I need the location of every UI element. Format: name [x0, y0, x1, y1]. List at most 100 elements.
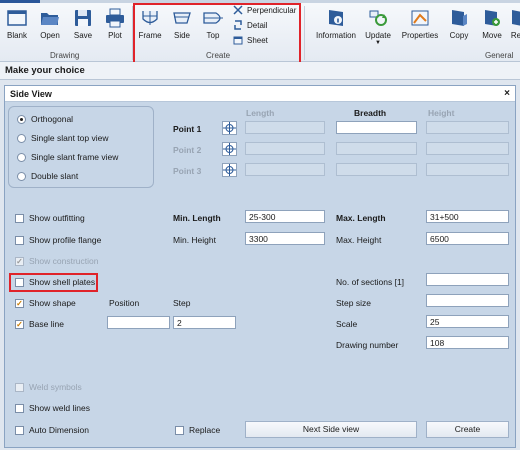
point-1-pick-button[interactable]	[222, 121, 237, 135]
checkbox-box[interactable]	[15, 425, 24, 435]
checkbox-box[interactable]: ✓	[15, 298, 24, 308]
radio-double-slant[interactable]: Double slant	[17, 171, 78, 181]
scale-input[interactable]: 25	[426, 315, 509, 328]
checkbox-box[interactable]	[175, 425, 184, 435]
drawing-number-label: Drawing number	[336, 340, 399, 350]
properties-label: Properties	[401, 31, 439, 40]
auto-dimension-checkbox[interactable]: Auto Dimension	[15, 425, 89, 435]
close-icon[interactable]: ×	[504, 88, 510, 99]
open-button[interactable]: Open	[38, 8, 62, 40]
checkbox-box[interactable]	[15, 235, 24, 245]
ribbon-active-tab[interactable]	[0, 0, 40, 3]
max-length-label: Max. Length	[336, 213, 386, 223]
dialog-title: Side View	[10, 89, 52, 99]
point-1-length-input[interactable]	[245, 121, 325, 134]
point-2-label: Point 2	[173, 145, 202, 155]
plot-button[interactable]: Plot	[104, 8, 126, 40]
checkbox-box[interactable]	[15, 403, 24, 413]
move-button[interactable]: Move	[480, 8, 504, 40]
show-shape-checkbox[interactable]: ✓ Show shape	[15, 298, 76, 308]
save-disk-icon	[75, 10, 91, 26]
blank-drawing-icon	[7, 10, 27, 26]
properties-button[interactable]: Properties	[400, 8, 440, 40]
shell-plates-highlight	[9, 273, 98, 292]
height-column-header: Height	[428, 108, 455, 118]
point-2-height-input[interactable]	[426, 142, 509, 155]
blank-label: Blank	[6, 31, 27, 40]
weld-symbols-checkbox: Weld symbols	[15, 382, 82, 392]
point-2-breadth-input[interactable]	[336, 142, 417, 155]
point-1-breadth-input[interactable]	[336, 121, 417, 134]
point-3-label: Point 3	[173, 166, 202, 176]
no-of-sections-input[interactable]	[426, 273, 509, 286]
checkbox-box: ✓	[15, 256, 24, 266]
min-height-input[interactable]: 3300	[245, 232, 325, 245]
radio-button[interactable]	[17, 152, 26, 162]
point-3-breadth-input[interactable]	[336, 163, 417, 176]
radio-button[interactable]	[17, 114, 26, 124]
point-1-height-input[interactable]	[426, 121, 509, 134]
step-size-input[interactable]	[426, 294, 509, 307]
position-input[interactable]	[107, 316, 170, 329]
point-3-height-input[interactable]	[426, 163, 509, 176]
re-button[interactable]: Re	[510, 8, 520, 40]
max-height-input[interactable]: 6500	[426, 232, 509, 245]
radio-label: Double slant	[31, 171, 79, 181]
max-height-label: Max. Height	[336, 235, 382, 245]
radio-button[interactable]	[17, 133, 26, 143]
drawing-number-input[interactable]: 108	[426, 336, 509, 349]
update-dropdown-arrow[interactable]: ▼	[364, 40, 392, 46]
information-button[interactable]: Information	[312, 8, 360, 40]
point-2-length-input[interactable]	[245, 142, 325, 155]
folder-open-icon	[41, 13, 59, 25]
information-label: Information	[315, 31, 357, 40]
radio-label: Orthogonal	[31, 114, 74, 124]
point-2-pick-button[interactable]	[222, 142, 237, 156]
min-length-input[interactable]: 25-300	[245, 210, 325, 223]
checkbox-label: Show weld lines	[29, 403, 90, 413]
max-length-input[interactable]: 31+500	[426, 210, 509, 223]
create-button[interactable]: Create	[426, 421, 509, 438]
no-of-sections-label: No. of sections [1]	[336, 277, 405, 287]
radio-single-slant-frame[interactable]: Single slant frame view	[17, 152, 118, 162]
step-size-label: Step size	[336, 298, 371, 308]
min-length-label: Min. Length	[173, 213, 221, 223]
checkbox-box[interactable]: ✓	[15, 319, 24, 329]
checkbox-box[interactable]	[15, 213, 24, 223]
checkbox-label: Show outfitting	[29, 213, 85, 223]
show-outfitting-checkbox[interactable]: Show outfitting	[15, 213, 85, 223]
radio-label: Single slant frame view	[31, 152, 119, 162]
crosshair-icon	[223, 164, 236, 176]
show-profile-flange-checkbox[interactable]: Show profile flange	[15, 235, 101, 245]
copy-icon	[452, 10, 467, 26]
open-label: Open	[40, 31, 60, 40]
base-line-checkbox[interactable]: ✓ Base line	[15, 319, 64, 329]
checkbox-label: Show profile flange	[29, 235, 102, 245]
point-3-pick-button[interactable]	[222, 163, 237, 177]
show-weld-lines-checkbox[interactable]: Show weld lines	[15, 403, 90, 413]
radio-orthogonal[interactable]: Orthogonal	[17, 114, 73, 124]
save-label: Save	[73, 31, 93, 40]
move-label: Move	[482, 31, 502, 40]
replace-checkbox[interactable]: Replace	[175, 425, 220, 435]
position-label: Position	[109, 298, 140, 308]
copy-button[interactable]: Copy	[448, 8, 470, 40]
command-prompt: Make your choice	[0, 62, 520, 80]
radio-button[interactable]	[17, 171, 26, 181]
step-input[interactable]: 2	[173, 316, 236, 329]
checkbox-label: Show construction	[29, 256, 99, 266]
checkbox-label: Base line	[29, 319, 64, 329]
crosshair-icon	[223, 122, 236, 134]
view-type-radio-group: Orthogonal Single slant top view Single …	[8, 106, 154, 188]
blank-button[interactable]: Blank	[6, 8, 28, 40]
checkbox-label: Show shape	[29, 298, 76, 308]
dialog-titlebar: Side View ×	[5, 86, 515, 102]
breadth-column-header: Breadth	[354, 108, 387, 118]
point-3-length-input[interactable]	[245, 163, 325, 176]
checkbox-label: Replace	[189, 425, 221, 435]
save-button[interactable]: Save	[72, 8, 94, 40]
next-side-view-button[interactable]: Next Side view	[245, 421, 417, 438]
information-icon	[329, 10, 343, 26]
radio-single-slant-top[interactable]: Single slant top view	[17, 133, 109, 143]
update-button[interactable]: Update ▼	[364, 8, 392, 46]
